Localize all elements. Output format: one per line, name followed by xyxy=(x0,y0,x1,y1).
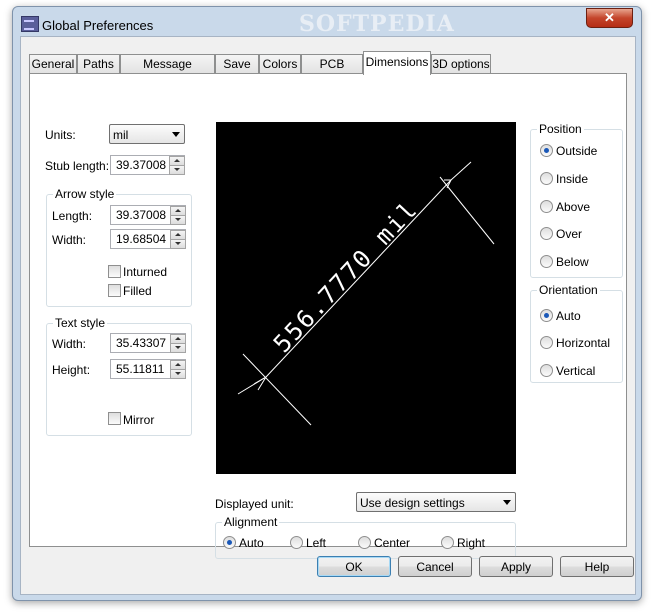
orientation-title: Orientation xyxy=(537,283,600,297)
mirror-label: Mirror xyxy=(123,413,155,427)
orientation-horizontal-radio[interactable] xyxy=(540,336,553,349)
displayed-unit-select[interactable]: Use design settings xyxy=(356,492,516,512)
arrow-style-title: Arrow style xyxy=(53,187,117,201)
orientation-auto-label: Auto xyxy=(556,309,581,323)
tab-strip: General Paths Message prompts Save Color… xyxy=(29,51,509,90)
softpedia-watermark: SOFTPEDIA xyxy=(299,11,455,37)
mirror-checkbox[interactable] xyxy=(108,412,121,425)
orientation-vertical-label: Vertical xyxy=(556,364,596,378)
apply-button[interactable]: Apply xyxy=(479,556,553,577)
arrow-length-input[interactable] xyxy=(111,206,169,224)
position-outside-label: Outside xyxy=(556,144,598,158)
text-width-stepper[interactable] xyxy=(110,333,186,353)
alignment-auto-label: Auto xyxy=(239,536,264,550)
units-label: Units: xyxy=(45,128,76,142)
orientation-vertical-radio[interactable] xyxy=(540,364,553,377)
position-above-label: Above xyxy=(556,200,591,214)
chevron-down-icon xyxy=(172,132,180,137)
stub-line-end xyxy=(450,161,472,181)
tab-colors[interactable]: Colors xyxy=(259,54,301,74)
arrow-length-label: Length: xyxy=(52,209,93,223)
alignment-left-radio[interactable] xyxy=(290,536,303,549)
cancel-button[interactable]: Cancel xyxy=(398,556,472,577)
spin-down-icon[interactable] xyxy=(170,343,186,353)
text-style-title: Text style xyxy=(53,316,108,330)
arrow-style-group: Arrow style Length: Width: Inturned Fill… xyxy=(46,187,192,307)
orientation-horizontal-label: Horizontal xyxy=(556,336,611,350)
stub-length-label: Stub length: xyxy=(45,159,110,173)
position-title: Position xyxy=(537,122,584,136)
text-width-label: Width: xyxy=(52,337,87,351)
displayed-unit-value: Use design settings xyxy=(360,496,465,510)
tab-pcb-design[interactable]: PCB design xyxy=(301,54,363,90)
app-icon xyxy=(21,16,39,32)
filled-checkbox[interactable] xyxy=(108,284,121,297)
tab-save[interactable]: Save xyxy=(215,54,259,74)
tab-general[interactable]: General xyxy=(29,54,77,74)
spin-down-icon[interactable] xyxy=(170,215,186,225)
alignment-right-label: Right xyxy=(457,536,486,550)
position-outside-radio[interactable] xyxy=(540,144,553,157)
alignment-auto-radio[interactable] xyxy=(223,536,236,549)
dimension-text: 556.7770 mil xyxy=(268,195,424,358)
inturned-label: Inturned xyxy=(123,265,168,279)
alignment-right-radio[interactable] xyxy=(441,536,454,549)
arrow-width-input[interactable] xyxy=(111,230,169,248)
alignment-center-label: Center xyxy=(374,536,411,550)
text-style-group: Text style Width: Height: Mirror xyxy=(46,316,192,436)
position-over-radio[interactable] xyxy=(540,227,553,240)
stub-length-stepper[interactable] xyxy=(110,155,185,175)
text-height-input[interactable] xyxy=(111,360,169,378)
tab-message-prompts[interactable]: Message prompts xyxy=(120,54,215,90)
tab-3d-options[interactable]: 3D options xyxy=(431,54,491,74)
chevron-down-icon xyxy=(503,500,511,505)
orientation-auto-radio[interactable] xyxy=(540,309,553,322)
orientation-group: Orientation Auto Horizontal Vertical xyxy=(530,283,623,383)
arrow-length-stepper[interactable] xyxy=(110,205,186,225)
title-bar[interactable]: Global Preferences SOFTPEDIA ✕ xyxy=(13,7,641,39)
filled-label: Filled xyxy=(123,284,152,298)
position-inside-radio[interactable] xyxy=(540,172,553,185)
alignment-center-radio[interactable] xyxy=(358,536,371,549)
dimensions-panel: Units: mil Stub length: Arrow style Leng… xyxy=(29,73,627,559)
alignment-group: Alignment Auto Left Center Right xyxy=(215,515,516,559)
ok-button[interactable]: OK xyxy=(317,556,391,577)
dialog-client-area: General Paths Message prompts Save Color… xyxy=(20,36,636,595)
dimension-drawing: 556.7770 mil xyxy=(237,161,495,426)
units-select[interactable]: mil xyxy=(109,124,185,144)
spin-down-icon[interactable] xyxy=(169,165,185,175)
text-height-stepper[interactable] xyxy=(110,359,186,379)
alignment-left-label: Left xyxy=(306,536,327,550)
position-below-radio[interactable] xyxy=(540,255,553,268)
help-button[interactable]: Help xyxy=(560,556,634,577)
spin-down-icon[interactable] xyxy=(170,239,186,249)
position-group: Position Outside Inside Above Over Below xyxy=(530,122,623,278)
position-inside-label: Inside xyxy=(556,172,589,186)
spin-down-icon[interactable] xyxy=(170,369,186,379)
text-height-label: Height: xyxy=(52,363,91,377)
units-value: mil xyxy=(113,128,129,142)
tab-dimensions[interactable]: Dimensions xyxy=(363,51,431,75)
position-below-label: Below xyxy=(556,255,589,269)
alignment-title: Alignment xyxy=(222,515,280,529)
displayed-unit-label: Displayed unit: xyxy=(215,497,294,511)
preferences-window: Global Preferences SOFTPEDIA ✕ General P… xyxy=(12,6,642,601)
extension-line-end xyxy=(439,176,495,245)
dimension-preview: 556.7770 mil xyxy=(216,122,516,474)
text-width-input[interactable] xyxy=(111,334,169,352)
arrow-width-stepper[interactable] xyxy=(110,229,186,249)
arrowhead-start xyxy=(253,376,267,391)
position-over-label: Over xyxy=(556,227,583,241)
window-title: Global Preferences xyxy=(42,18,154,33)
position-above-radio[interactable] xyxy=(540,200,553,213)
inturned-checkbox[interactable] xyxy=(108,265,121,278)
close-button[interactable]: ✕ xyxy=(586,8,633,28)
stub-length-input[interactable] xyxy=(111,156,168,174)
arrow-width-label: Width: xyxy=(52,233,87,247)
tab-paths[interactable]: Paths xyxy=(77,54,120,74)
